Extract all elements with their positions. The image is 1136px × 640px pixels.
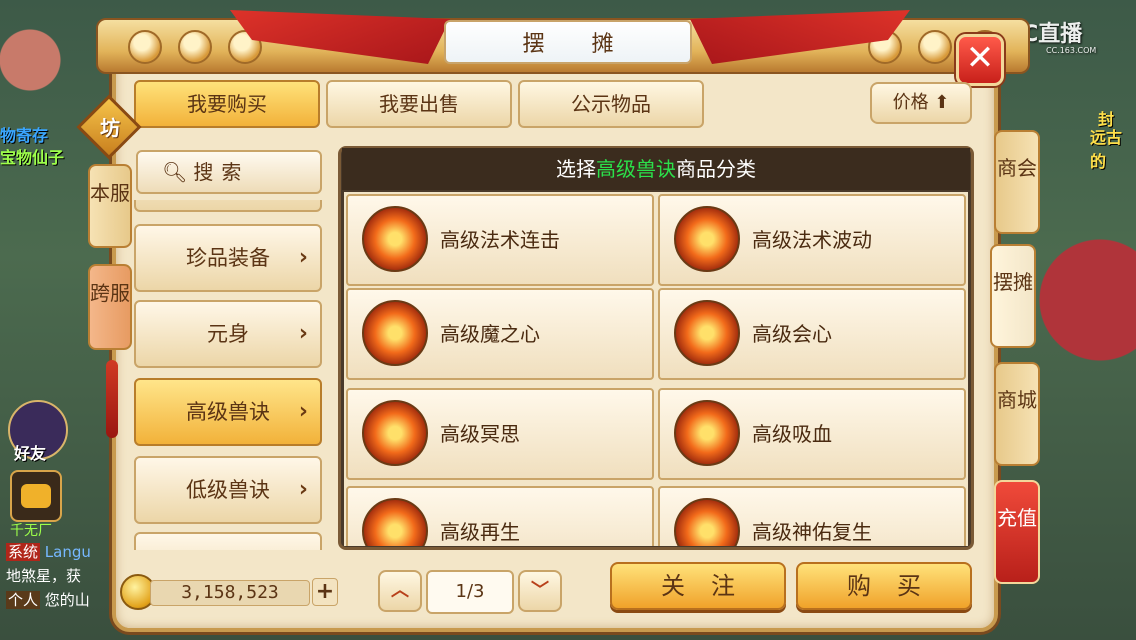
tab-chamber-of-commerce[interactable]: 商会 xyxy=(994,130,1040,234)
goods-item[interactable]: 高级冥思 xyxy=(346,388,654,480)
beam-knob xyxy=(918,30,952,64)
skill-icon xyxy=(362,300,428,366)
price-sort-label: 价格 xyxy=(892,92,929,113)
skill-icon xyxy=(674,206,740,272)
shop-badge-text: 坊 xyxy=(100,116,120,140)
npc-name-right-2: 远古的 xyxy=(1090,128,1123,171)
goods-name: 高级法术波动 xyxy=(752,228,872,252)
buy-button[interactable]: 购买 xyxy=(796,562,972,610)
skill-icon xyxy=(362,206,428,272)
goods-item[interactable]: 高级法术波动 xyxy=(658,194,966,286)
friend-label: 好友 xyxy=(14,444,47,463)
category-label: 元身 xyxy=(207,322,249,346)
category-item-partial xyxy=(134,200,322,212)
goods-item[interactable]: 高级神佑复生 xyxy=(658,486,966,546)
goods-name: 高级再生 xyxy=(440,520,520,544)
goods-item[interactable]: 高级法术连击 xyxy=(346,194,654,286)
chevron-right-icon: › xyxy=(298,399,308,424)
category-item-partial xyxy=(134,532,322,550)
close-button[interactable]: ✕ xyxy=(956,34,1004,86)
tassel-ornament xyxy=(106,360,118,438)
category-label: 高级兽诀 xyxy=(186,400,270,424)
chat-line: 个人 您的山 xyxy=(6,591,90,609)
chat-bubble-button[interactable] xyxy=(10,470,62,522)
category-item-active[interactable]: 高级兽诀 › xyxy=(134,378,322,446)
goods-name: 高级魔之心 xyxy=(440,322,540,346)
chat-icon xyxy=(21,484,51,508)
category-item[interactable]: 元身 › xyxy=(134,300,322,368)
tab-this-server[interactable]: 本服 xyxy=(88,164,132,248)
category-list[interactable]: 珍品装备 › 元身 › 高级兽诀 › 低级兽诀 › xyxy=(134,200,324,550)
goods-header-highlight: 高级兽诀 xyxy=(596,157,676,181)
goods-item[interactable]: 高级魔之心 xyxy=(346,288,654,380)
npc-name-left-1: 物寄存 xyxy=(0,126,49,145)
goods-header: 选择高级兽诀商品分类 xyxy=(342,148,970,190)
goods-name: 高级吸血 xyxy=(752,422,832,446)
tab-sell[interactable]: 我要出售 xyxy=(326,80,512,128)
page-prev-button[interactable]: ︿ xyxy=(378,570,422,612)
page-indicator[interactable]: 1/3 xyxy=(426,570,514,614)
search-icon: 🔍︎ xyxy=(162,160,188,184)
page-next-button[interactable]: ﹀ xyxy=(518,570,562,612)
goods-name: 高级冥思 xyxy=(440,422,520,446)
add-money-button[interactable]: + xyxy=(312,578,338,606)
category-item[interactable]: 低级兽诀 › xyxy=(134,456,322,524)
price-sort-button[interactable]: 价格 ⬆ xyxy=(870,82,972,124)
category-label: 珍品装备 xyxy=(186,246,270,270)
follow-button[interactable]: 关注 xyxy=(610,562,786,610)
chevron-right-icon: › xyxy=(298,245,308,270)
goods-item[interactable]: 高级再生 xyxy=(346,486,654,546)
category-item[interactable]: 珍品装备 › xyxy=(134,224,322,292)
tab-public-items[interactable]: 公示物品 xyxy=(518,80,704,128)
arrow-up-icon: ⬆ xyxy=(934,92,950,113)
tab-buy[interactable]: 我要购买 xyxy=(134,80,320,128)
chevron-right-icon: › xyxy=(298,477,308,502)
skill-icon xyxy=(674,300,740,366)
tab-recharge[interactable]: 充值 xyxy=(994,480,1040,584)
skill-icon xyxy=(362,498,428,546)
chevron-right-icon: › xyxy=(298,321,308,346)
search-button[interactable]: 🔍︎ 搜索 xyxy=(136,150,322,194)
skill-icon xyxy=(674,498,740,546)
tab-stall[interactable]: 摆摊 xyxy=(990,244,1036,348)
chevron-up-icon: ︿ xyxy=(391,580,409,601)
beam-knob xyxy=(178,30,212,64)
chat-line: 地煞星，获 xyxy=(6,567,82,585)
goods-item[interactable]: 高级会心 xyxy=(658,288,966,380)
chevron-down-icon: ﹀ xyxy=(531,580,549,601)
money-amount: 3,158,523 xyxy=(150,580,310,606)
npc-name-left-2: 宝物仙子 xyxy=(0,148,65,167)
chat-player-name: 千无厂 xyxy=(10,523,52,539)
goods-name: 高级法术连击 xyxy=(440,228,560,252)
skill-icon xyxy=(362,400,428,466)
goods-name: 高级神佑复生 xyxy=(752,520,872,544)
tab-cross-server[interactable]: 跨服 xyxy=(88,264,132,350)
category-label: 低级兽诀 xyxy=(186,478,270,502)
tab-mall[interactable]: 商城 xyxy=(994,362,1040,466)
beam-knob xyxy=(128,30,162,64)
goods-item[interactable]: 高级吸血 xyxy=(658,388,966,480)
goods-grid: 高级法术连击 高级法术波动 高级魔之心 高级会心 高级冥思 高级吸血 高级再生 … xyxy=(344,192,968,546)
goods-name: 高级会心 xyxy=(752,322,832,346)
window-title: 摆 摊 xyxy=(444,20,692,64)
chat-line: 系统 Langu xyxy=(6,543,91,561)
chat-log: 系统 Langu 地煞星，获 个人 您的山 xyxy=(6,540,116,612)
skill-icon xyxy=(674,400,740,466)
search-label: 搜索 xyxy=(193,160,250,184)
